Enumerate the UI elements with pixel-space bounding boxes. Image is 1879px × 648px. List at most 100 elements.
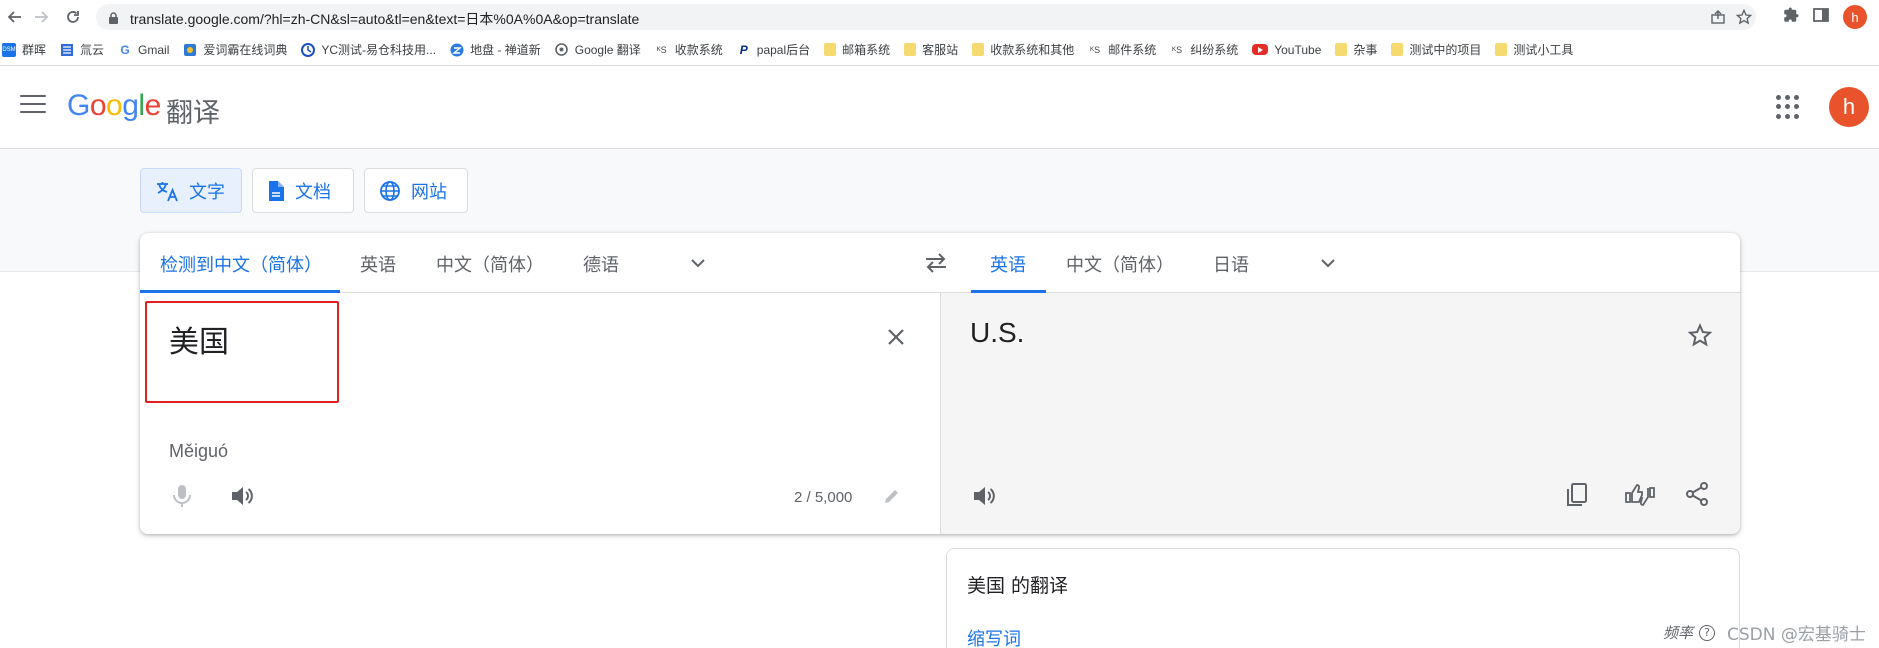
translate-icon (555, 43, 569, 57)
ks-icon: ᴷS (1090, 44, 1101, 55)
translation-output: U.S. (970, 317, 1025, 348)
bookmarks-bar: DSM 群晖 氚云 G Gmail 爱词霸在线词典 YC测试-易仓科技用... 地盘 - 禅道… (0, 34, 1879, 66)
bookmark-star-icon[interactable] (1735, 8, 1753, 29)
character-count: 2 / 5,000 (794, 489, 853, 506)
bookmark-item[interactable]: 收款系统和其他 (972, 41, 1074, 58)
websites-mode-button[interactable]: 网站 (364, 168, 468, 213)
target-more-langs-chevron-down-icon[interactable] (1318, 253, 1338, 277)
rate-translation-icon[interactable] (1624, 481, 1656, 513)
bookmark-item[interactable]: 地盘 - 禅道新 (450, 41, 541, 58)
bookmark-item[interactable]: DSM 群晖 (2, 41, 46, 58)
bookmark-item[interactable]: 客服站 (904, 41, 958, 58)
forward-arrow-icon[interactable] (30, 6, 52, 28)
extensions-icon[interactable] (1782, 6, 1800, 28)
main-menu-icon[interactable] (20, 95, 46, 117)
dsm-icon: DSM (2, 42, 16, 57)
folder-icon (972, 43, 985, 56)
listen-source-speaker-icon[interactable] (229, 483, 255, 513)
romanization-text: Měiguó (169, 441, 229, 461)
bookmark-item[interactable]: 爱词霸在线词典 (183, 41, 287, 58)
bookmark-item[interactable]: YouTube (1252, 43, 1321, 57)
source-pane: 美国 Měiguó 2 / 5,000 (140, 293, 940, 534)
bookmark-item[interactable]: 测试小工具 (1495, 41, 1573, 58)
globe-icon (379, 180, 401, 202)
bookmark-label: 杂事 (1353, 43, 1378, 57)
bookmark-item[interactable]: ᴷS 纠纷系统 (1170, 41, 1238, 58)
bookmark-label: papal后台 (756, 43, 811, 57)
youtube-icon (1252, 44, 1269, 55)
source-lang-english[interactable]: 英语 (360, 251, 396, 277)
text-mode-button[interactable]: 文字 (140, 168, 242, 213)
bookmark-label: 氚云 (80, 43, 105, 57)
bookmark-item[interactable]: ᴷS 邮件系统 (1088, 41, 1156, 58)
bookmark-label: Google 翻译 (574, 43, 641, 57)
yc-icon (301, 42, 316, 57)
browser-toolbar: translate.google.com/?hl=zh-CN&sl=auto&t… (0, 0, 1879, 34)
product-name[interactable]: 翻译 (166, 91, 220, 130)
bookmark-label: 邮箱系统 (842, 43, 891, 57)
reload-icon[interactable] (62, 6, 84, 28)
bookmark-label: 客服站 (922, 43, 959, 57)
source-lang-german[interactable]: 德语 (583, 251, 619, 277)
copy-icon[interactable] (1564, 481, 1590, 513)
address-bar[interactable]: translate.google.com/?hl=zh-CN&sl=auto&t… (96, 4, 1756, 30)
zentao-icon (450, 43, 464, 57)
source-lang-chinese[interactable]: 中文（简体） (436, 251, 544, 277)
ks-icon: ᴷS (1172, 44, 1183, 55)
bookmark-item[interactable]: YC测试-易仓科技用... (301, 41, 436, 58)
source-more-langs-chevron-down-icon[interactable] (688, 253, 708, 277)
folder-icon (1391, 43, 1404, 56)
account-avatar[interactable]: h (1829, 87, 1869, 127)
bookmark-label: 收款系统和其他 (990, 43, 1075, 57)
docs-mode-label: 文档 (295, 181, 331, 203)
listen-translation-speaker-icon[interactable] (971, 483, 997, 513)
bookmark-item[interactable]: Google 翻译 (555, 41, 641, 58)
url-text: translate.google.com/?hl=zh-CN&sl=auto&t… (130, 11, 640, 27)
bookmark-label: 收款系统 (674, 43, 723, 57)
folder-icon (1495, 43, 1508, 56)
bookmark-label: YC测试-易仓科技用... (321, 43, 437, 57)
google-logo[interactable]: Google (67, 89, 161, 123)
bookmark-item[interactable]: 氚云 (60, 41, 104, 58)
translation-card: 检测到中文（简体） 英语 中文（简体） 德语 英语 中文（简体） 日语 美国 M… (140, 233, 1740, 534)
help-icon[interactable]: ? (1699, 624, 1716, 641)
app-header: Google 翻译 h (0, 67, 1879, 149)
google-apps-icon[interactable] (1776, 95, 1800, 119)
folder-icon (1335, 43, 1348, 56)
source-text-input[interactable]: 美国 (169, 317, 229, 361)
google-icon: G (120, 42, 130, 57)
pencil-icon[interactable] (882, 486, 902, 510)
bookmark-label: Gmail (138, 42, 170, 57)
bookmark-item[interactable]: Ppapal后台 (737, 41, 810, 58)
bookmark-item[interactable]: G Gmail (118, 43, 169, 57)
bookmark-item[interactable]: ᴷS 收款系统 (655, 41, 723, 58)
bookmark-item[interactable]: 邮箱系统 (824, 41, 890, 58)
folder-icon (904, 43, 917, 56)
docs-mode-button[interactable]: 文档 (252, 168, 354, 213)
frequency-label: 频率 (1663, 624, 1694, 642)
bookmark-item[interactable]: 杂事 (1335, 41, 1377, 58)
target-lang-chinese[interactable]: 中文（简体） (1066, 251, 1174, 277)
save-translation-star-icon[interactable] (1687, 323, 1713, 351)
back-arrow-icon[interactable] (4, 6, 26, 28)
websites-mode-label: 网站 (411, 181, 447, 203)
target-lang-english[interactable]: 英语 (990, 251, 1026, 277)
target-lang-japanese[interactable]: 日语 (1213, 251, 1249, 277)
source-lang-detected[interactable]: 检测到中文（简体） (160, 251, 322, 277)
h3-icon (60, 43, 74, 57)
microphone-icon[interactable] (171, 483, 193, 513)
part-of-speech-heading: 缩写词 (967, 629, 1021, 648)
swap-languages-icon[interactable] (923, 251, 949, 279)
share-page-icon[interactable] (1710, 9, 1726, 29)
target-pane: U.S. (940, 293, 1740, 534)
share-icon[interactable] (1684, 481, 1710, 511)
frequency-legend: 频率 ? (1663, 622, 1716, 643)
translate-icon (155, 180, 179, 202)
side-panel-icon[interactable] (1812, 6, 1830, 28)
lock-icon (108, 10, 119, 29)
watermark: CSDN @宏基骑士 (1727, 625, 1866, 645)
clear-source-close-icon[interactable] (886, 327, 906, 351)
ks-icon: ᴷS (656, 44, 667, 55)
browser-profile-avatar[interactable]: h (1843, 5, 1867, 29)
bookmark-item[interactable]: 测试中的项目 (1391, 41, 1481, 58)
